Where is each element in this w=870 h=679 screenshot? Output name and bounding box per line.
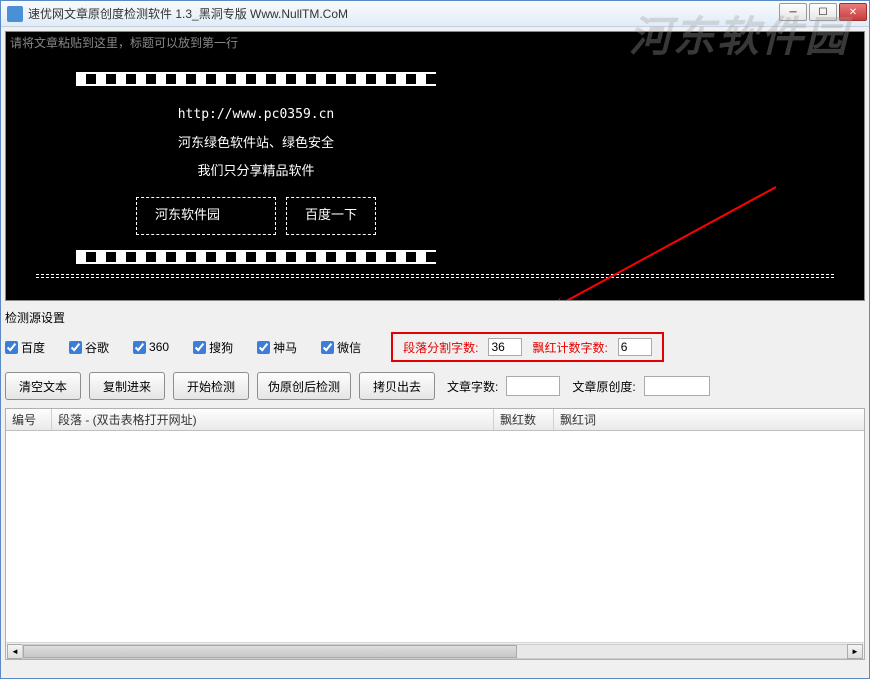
red-count-label: 飘红计数字数: xyxy=(532,339,607,356)
word-count-label: 文章字数: xyxy=(447,378,498,395)
editor-textarea[interactable]: 请将文章粘贴到这里，标题可以放到第一行 http://www.pc0359.cn… xyxy=(5,31,865,301)
horizontal-scrollbar[interactable]: ◄ ► xyxy=(6,642,864,659)
sources-label: 检测源设置 xyxy=(5,307,865,328)
col-red-words[interactable]: 飘红词 xyxy=(554,409,864,430)
start-detect-button[interactable]: 开始检测 xyxy=(173,372,249,400)
results-table: 编号 段落 - (双击表格打开网址) 飘红数 飘红词 ◄ ► xyxy=(5,408,865,660)
checkbox-360[interactable]: 360 xyxy=(133,340,169,354)
checkbox-wechat[interactable]: 微信 xyxy=(321,339,361,356)
segment-chars-input[interactable] xyxy=(488,338,522,356)
scroll-right-button[interactable]: ► xyxy=(847,644,863,659)
copy-out-button[interactable]: 拷贝出去 xyxy=(359,372,435,400)
clear-text-button[interactable]: 清空文本 xyxy=(5,372,81,400)
checkbox-row: 百度 谷歌 360 搜狗 神马 微信 段落分割字数: 飘红计数字数: xyxy=(5,328,865,366)
button-row: 清空文本 复制进来 开始检测 伪原创后检测 拷贝出去 文章字数: 文章原创度: xyxy=(5,366,865,404)
content-area: 请将文章粘贴到这里，标题可以放到第一行 http://www.pc0359.cn… xyxy=(1,27,869,664)
copy-in-button[interactable]: 复制进来 xyxy=(89,372,165,400)
originality-label: 文章原创度: xyxy=(572,378,635,395)
red-count-input[interactable] xyxy=(618,338,652,356)
col-red-count[interactable]: 飘红数 xyxy=(494,409,554,430)
table-header: 编号 段落 - (双击表格打开网址) 飘红数 飘红词 xyxy=(6,409,864,431)
window-title: 速优网文章原创度检测软件 1.3_黑洞专版 Www.NullTM.CoM xyxy=(28,5,348,22)
col-index[interactable]: 编号 xyxy=(6,409,52,430)
app-icon xyxy=(7,6,23,22)
editor-content: http://www.pc0359.cn 河东绿色软件站、绿色安全 我们只分享精… xyxy=(6,32,864,288)
checkbox-sogou[interactable]: 搜狗 xyxy=(193,339,233,356)
checkbox-baidu[interactable]: 百度 xyxy=(5,339,45,356)
table-body[interactable] xyxy=(6,431,864,642)
editor-line1: 河东绿色软件站、绿色安全 xyxy=(76,130,436,159)
fake-original-button[interactable]: 伪原创后检测 xyxy=(257,372,351,400)
maximize-button[interactable]: ☐ xyxy=(809,3,837,21)
editor-btn-baidu: 百度一下 xyxy=(286,197,376,236)
titlebar: 速优网文章原创度检测软件 1.3_黑洞专版 Www.NullTM.CoM ─ ☐… xyxy=(1,1,869,27)
word-count-value[interactable] xyxy=(506,376,560,396)
editor-btn-hedong: 河东软件园 xyxy=(136,197,276,236)
checkbox-google[interactable]: 谷歌 xyxy=(69,339,109,356)
col-paragraph[interactable]: 段落 - (双击表格打开网址) xyxy=(52,409,494,430)
checkbox-shenma[interactable]: 神马 xyxy=(257,339,297,356)
editor-line2: 我们只分享精品软件 xyxy=(76,158,436,187)
close-button[interactable]: ✕ xyxy=(839,3,867,21)
app-window: 速优网文章原创度检测软件 1.3_黑洞专版 Www.NullTM.CoM ─ ☐… xyxy=(0,0,870,679)
titlebar-buttons: ─ ☐ ✕ xyxy=(779,3,867,21)
minimize-button[interactable]: ─ xyxy=(779,3,807,21)
scroll-left-button[interactable]: ◄ xyxy=(7,644,23,659)
originality-value[interactable] xyxy=(644,376,710,396)
segment-chars-label: 段落分割字数: xyxy=(403,339,478,356)
editor-url: http://www.pc0359.cn xyxy=(76,101,436,130)
scroll-thumb[interactable] xyxy=(23,645,517,658)
scroll-track[interactable] xyxy=(22,644,848,659)
highlighted-settings: 段落分割字数: 飘红计数字数: xyxy=(391,332,664,362)
film-strip-graphic: http://www.pc0359.cn 河东绿色软件站、绿色安全 我们只分享精… xyxy=(76,72,436,264)
